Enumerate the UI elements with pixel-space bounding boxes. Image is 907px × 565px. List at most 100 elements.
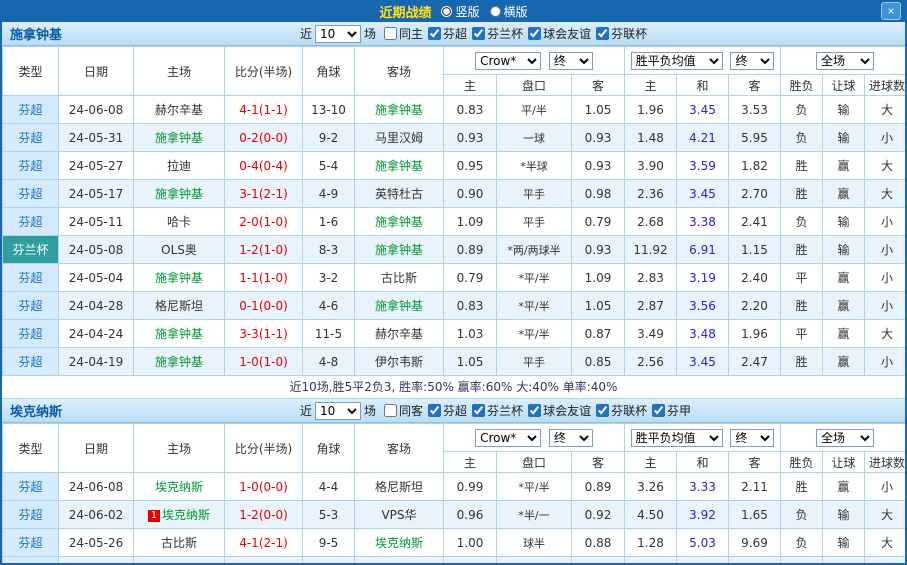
goals-result-cell: 大 bbox=[865, 529, 907, 557]
scope-select[interactable]: 全场 bbox=[816, 429, 874, 447]
asia-handicap-line-cell: *平/半 bbox=[497, 557, 572, 565]
asia-away-odds-cell: 0.93 bbox=[572, 236, 625, 264]
league-filter-checkbox[interactable]: 球会友谊 bbox=[528, 25, 591, 42]
europe-home-odds-cell: 1.96 bbox=[625, 96, 677, 124]
wdl-result-cell: 胜 bbox=[781, 236, 823, 264]
col-goals: 进球数 bbox=[865, 75, 907, 96]
filter-bar: 近 10 场 同主芬超芬兰杯球会友谊芬联杯 bbox=[300, 25, 647, 43]
score-cell: 3-1(2-1) bbox=[225, 180, 303, 208]
league-filter-checkbox[interactable]: 同客 bbox=[384, 402, 423, 419]
asia-handicap-line-cell: 平手 bbox=[497, 180, 572, 208]
match-row: 芬超24-05-27拉迪0-4(0-4)5-4施拿钟基0.95*半球0.933.… bbox=[3, 152, 907, 180]
league-filter-checkbox-input[interactable] bbox=[652, 404, 665, 417]
league-filter-checkbox[interactable]: 芬兰杯 bbox=[472, 25, 523, 42]
asia-home-odds-cell: 1.05 bbox=[444, 348, 497, 376]
asia-home-odds-cell: 1.03 bbox=[444, 320, 497, 348]
match-count-select[interactable]: 10 bbox=[315, 25, 361, 43]
asia-away-odds-cell: 0.93 bbox=[572, 152, 625, 180]
league-filter-checkbox[interactable]: 芬联杯 bbox=[596, 402, 647, 419]
away-team-cell: 施拿钟基 bbox=[355, 96, 444, 124]
league-type-cell: 芬超 bbox=[3, 348, 59, 376]
asia-stage-select[interactable]: 终 bbox=[549, 429, 593, 447]
europe-odds-header: 胜平负均值 终 bbox=[625, 47, 781, 75]
goals-result-cell: 小 bbox=[865, 236, 907, 264]
europe-draw-odds-cell: 3.45 bbox=[677, 180, 729, 208]
goals-result-cell: 大 bbox=[865, 96, 907, 124]
asia-home-odds-cell: 0.99 bbox=[444, 473, 497, 501]
league-filter-checkbox-input[interactable] bbox=[528, 27, 541, 40]
league-filter-checkbox-input[interactable] bbox=[428, 27, 441, 40]
league-type-cell: 芬兰杯 bbox=[3, 236, 59, 264]
col-asia-away: 客 bbox=[572, 452, 625, 473]
match-date-cell: 24-05-17 bbox=[59, 180, 134, 208]
europe-home-odds-cell: 2.68 bbox=[625, 208, 677, 236]
league-filter-checkbox-input[interactable] bbox=[596, 404, 609, 417]
asia-handicap-line-cell: 平手 bbox=[497, 348, 572, 376]
match-row: 芬超24-05-26古比斯4-1(2-1)9-5埃克纳斯1.00球半0.881.… bbox=[3, 529, 907, 557]
section-header-bar: 埃克纳斯 近 10 场 同客芬超芬兰杯球会友谊芬联杯芬甲 bbox=[2, 399, 905, 423]
europe-draw-odds-cell: 5.03 bbox=[677, 529, 729, 557]
score-cell: 1-2(0-0) bbox=[225, 501, 303, 529]
match-date-cell: 24-04-24 bbox=[59, 320, 134, 348]
league-filter-checkbox[interactable]: 同主 bbox=[384, 25, 423, 42]
match-count-select[interactable]: 10 bbox=[315, 402, 361, 420]
section-header-bar: 施拿钟基 近 10 场 同主芬超芬兰杯球会友谊芬联杯 bbox=[2, 22, 905, 46]
away-team-cell: 马里汉姆 bbox=[355, 124, 444, 152]
league-filter-checkbox[interactable]: 芬甲 bbox=[652, 402, 691, 419]
europe-odds-select[interactable]: 胜平负均值 bbox=[631, 429, 723, 447]
league-filter-checkbox[interactable]: 芬超 bbox=[428, 25, 467, 42]
league-filter-checkbox-input[interactable] bbox=[384, 27, 397, 40]
score-cell: 1-1(1-0) bbox=[225, 264, 303, 292]
scope-select[interactable]: 全场 bbox=[816, 52, 874, 70]
wdl-result-cell: 负 bbox=[781, 96, 823, 124]
europe-away-odds-cell: 1.15 bbox=[729, 236, 781, 264]
europe-away-odds-cell: 2.41 bbox=[729, 208, 781, 236]
europe-odds-select[interactable]: 胜平负均值 bbox=[631, 52, 723, 70]
layout-radio-input[interactable] bbox=[490, 6, 501, 17]
europe-home-odds-cell: 1.28 bbox=[625, 529, 677, 557]
sections-container: 施拿钟基 近 10 场 同主芬超芬兰杯球会友谊芬联杯 类型 日期 主场 比分 bbox=[2, 22, 905, 565]
europe-away-odds-cell: 2.47 bbox=[729, 348, 781, 376]
bookmaker-select[interactable]: Crow* bbox=[475, 429, 541, 447]
europe-home-odds-cell: 3.26 bbox=[625, 473, 677, 501]
away-team-cell: 施拿钟基 bbox=[355, 208, 444, 236]
league-filter-checkbox-input[interactable] bbox=[384, 404, 397, 417]
league-filter-checkbox[interactable]: 球会友谊 bbox=[528, 402, 591, 419]
asia-away-odds-cell: 0.89 bbox=[572, 473, 625, 501]
layout-radio[interactable]: 竖版 bbox=[441, 3, 479, 20]
europe-away-odds-cell: 1.82 bbox=[729, 152, 781, 180]
europe-stage-select[interactable]: 终 bbox=[730, 52, 774, 70]
col-handicap: 让球 bbox=[823, 75, 865, 96]
layout-radio-input[interactable] bbox=[441, 6, 452, 17]
home-team-cell: 古比斯 bbox=[134, 529, 225, 557]
col-away: 客场 bbox=[355, 424, 444, 473]
asia-stage-select[interactable]: 终 bbox=[549, 52, 593, 70]
league-filter-checkbox[interactable]: 芬兰杯 bbox=[472, 402, 523, 419]
goals-result-cell: 小 bbox=[865, 264, 907, 292]
league-filter-checkbox-input[interactable] bbox=[528, 404, 541, 417]
league-filter-checkbox-input[interactable] bbox=[428, 404, 441, 417]
league-filter-checkbox-input[interactable] bbox=[472, 404, 485, 417]
league-filter-checkbox[interactable]: 芬超 bbox=[428, 402, 467, 419]
handicap-result-cell: 赢 bbox=[823, 264, 865, 292]
handicap-result-cell: 赢 bbox=[823, 320, 865, 348]
layout-radio-group: 竖版横版 bbox=[441, 3, 527, 20]
europe-draw-odds-cell: 6.91 bbox=[677, 236, 729, 264]
bookmaker-select[interactable]: Crow* bbox=[475, 52, 541, 70]
league-filter-checkbox-input[interactable] bbox=[596, 27, 609, 40]
europe-odds-header: 胜平负均值 终 bbox=[625, 424, 781, 452]
close-button[interactable]: × bbox=[881, 2, 901, 20]
asia-handicap-line-cell: *平/半 bbox=[497, 292, 572, 320]
score-cell: 1-1(1-0) bbox=[225, 557, 303, 565]
europe-away-odds-cell: 2.70 bbox=[729, 180, 781, 208]
layout-radio[interactable]: 横版 bbox=[490, 3, 528, 20]
league-filter-checkbox[interactable]: 芬联杯 bbox=[596, 25, 647, 42]
match-date-cell: 24-05-04 bbox=[59, 264, 134, 292]
europe-stage-select[interactable]: 终 bbox=[730, 429, 774, 447]
league-filter-checkbox-input[interactable] bbox=[472, 27, 485, 40]
goals-result-cell: 大 bbox=[865, 501, 907, 529]
match-date-cell: 24-06-02 bbox=[59, 501, 134, 529]
home-team-cell: 施拿钟基 bbox=[134, 124, 225, 152]
summary-line: 近10场,胜5平2负3, 胜率:50% 赢率:60% 大:40% 单率:40% bbox=[2, 376, 905, 399]
europe-away-odds-cell: 2.40 bbox=[729, 264, 781, 292]
